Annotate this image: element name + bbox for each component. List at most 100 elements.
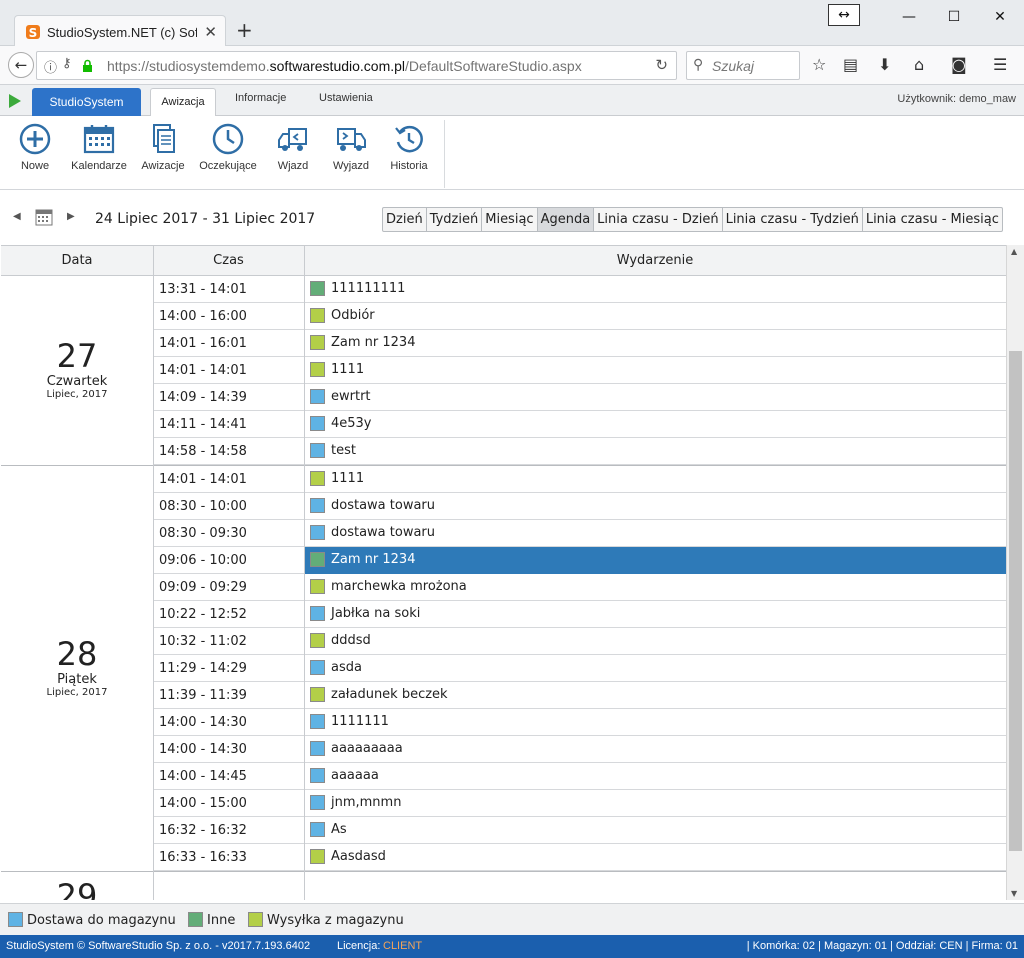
event-title[interactable]: 1111111	[331, 714, 389, 729]
table-row[interactable]: 14:00 - 14:30 aaaaaaaaa	[153, 736, 1006, 763]
event-time: 16:33 - 16:33	[159, 850, 247, 865]
minimize-button[interactable]: —	[886, 4, 932, 30]
event-title[interactable]: aaaaaa	[331, 768, 379, 783]
table-row[interactable]: 14:00 - 16:00 Odbiór	[153, 303, 1006, 330]
next-arrow-icon[interactable]: ▶	[67, 211, 75, 222]
event-title[interactable]: 111111111	[331, 281, 405, 296]
reload-icon[interactable]: ↻	[655, 56, 668, 74]
event-title[interactable]: aaaaaaaaa	[331, 741, 403, 756]
browser-tab[interactable]: S StudioSystem.NET (c) Software ✕	[14, 15, 226, 48]
table-row[interactable]: 14:01 - 14:01 1111	[153, 357, 1006, 384]
event-title[interactable]: Zam nr 1234	[331, 335, 415, 350]
menu-hamburger-icon[interactable]: ☰	[993, 55, 1007, 74]
event-title[interactable]: ewrtrt	[331, 389, 371, 404]
event-title[interactable]: dostawa towaru	[331, 498, 435, 513]
info-icon[interactable]: ⓘ	[44, 57, 57, 76]
table-row[interactable]: 09:06 - 10:00 Zam nr 1234	[153, 547, 1006, 574]
event-title[interactable]: Jabłka na soki	[331, 606, 420, 621]
resize-arrows-icon: ↔	[828, 4, 860, 26]
view-button-5[interactable]: Linia czasu - Tydzień	[721, 208, 862, 231]
scroll-down-icon[interactable]: ▼	[1011, 889, 1017, 898]
legend-item: Wysyłka z magazynu	[248, 912, 404, 928]
table-row[interactable]: 14:00 - 14:45 aaaaaa	[153, 763, 1006, 790]
view-button-4[interactable]: Linia czasu - Dzień	[593, 208, 721, 231]
prev-arrow-icon[interactable]: ◀	[13, 211, 21, 222]
view-button-0[interactable]: Dzień	[383, 208, 426, 231]
wjazd-button[interactable]: Wjazd	[270, 122, 316, 172]
reading-list-icon[interactable]: ▤	[843, 55, 858, 74]
historia-button[interactable]: Historia	[386, 122, 432, 172]
maximize-button[interactable]: ☐	[931, 4, 977, 30]
view-button-2[interactable]: Miesiąc	[481, 208, 536, 231]
table-row[interactable]: 14:00 - 14:30 1111111	[153, 709, 1006, 736]
table-row[interactable]: 14:00 - 15:00 jnm,mnmn	[153, 790, 1006, 817]
day-number: 28	[56, 635, 98, 673]
nowe-button[interactable]: Nowe	[12, 122, 58, 172]
view-button-1[interactable]: Tydzień	[425, 208, 482, 231]
search-input[interactable]: ⚲ Szukaj	[686, 51, 800, 80]
event-title[interactable]: 1111	[331, 471, 364, 486]
table-row[interactable]: 16:32 - 16:32 As	[153, 817, 1006, 844]
vertical-scrollbar[interactable]: ▲ ▼	[1006, 245, 1024, 900]
table-row[interactable]: 08:30 - 10:00 dostawa towaru	[153, 493, 1006, 520]
address-bar[interactable]: ⓘ ⚷ https://studiosystemdemo.softwarestu…	[36, 51, 677, 80]
table-row[interactable]: 11:29 - 14:29 asda	[153, 655, 1006, 682]
table-row[interactable]: 10:22 - 12:52 Jabłka na soki	[153, 601, 1006, 628]
event-title[interactable]: Odbiór	[331, 308, 375, 323]
plus-circle-icon	[19, 123, 51, 155]
back-arrow-icon[interactable]: ←	[8, 52, 34, 78]
oczekujace-button[interactable]: Oczekujące	[196, 122, 260, 172]
close-window-button[interactable]: ✕	[977, 4, 1023, 30]
kalendarze-button[interactable]: Kalendarze	[68, 122, 130, 172]
event-title[interactable]: Aasdasd	[331, 849, 386, 864]
tab-informacje[interactable]: Informacje	[235, 92, 286, 104]
table-row[interactable]: 14:01 - 16:01 Zam nr 1234	[153, 330, 1006, 357]
event-title[interactable]: As	[331, 822, 347, 837]
table-row[interactable]: 11:39 - 11:39 załadunek beczek	[153, 682, 1006, 709]
event-time: 09:06 - 10:00	[159, 553, 247, 568]
home-icon[interactable]: ⌂	[914, 55, 924, 74]
tab-awizacja[interactable]: Awizacja	[150, 88, 216, 117]
ribbon-toolbar: Nowe Kalendarze Awizacje Oczekujące Wjaz…	[0, 116, 1024, 190]
event-title[interactable]: jnm,mnmn	[331, 795, 401, 810]
table-row[interactable]: 10:32 - 11:02 dddsd	[153, 628, 1006, 655]
url-text: https://studiosystemdemo.softwarestudio.…	[107, 58, 582, 74]
event-title[interactable]: test	[331, 443, 356, 458]
table-row[interactable]: 16:33 - 16:33 Aasdasd	[153, 844, 1006, 871]
close-tab-icon[interactable]: ✕	[204, 23, 217, 41]
awizacje-button[interactable]: Awizacje	[138, 122, 188, 172]
bookmark-star-icon[interactable]: ☆	[812, 55, 826, 74]
date-picker-icon[interactable]	[35, 208, 53, 226]
table-row[interactable]: 13:31 - 14:01 111111111	[153, 276, 1006, 303]
wyjazd-button[interactable]: Wyjazd	[328, 122, 374, 172]
event-title[interactable]: asda	[331, 660, 362, 675]
event-title[interactable]: 1111	[331, 362, 364, 377]
table-row[interactable]: 14:01 - 14:01 1111	[153, 466, 1006, 493]
event-title[interactable]: dostawa towaru	[331, 525, 435, 540]
table-row[interactable]: 14:58 - 14:58 test	[153, 438, 1006, 465]
event-title[interactable]: marchewka mrożona	[331, 579, 467, 594]
column-header-czas: Czas	[213, 253, 244, 268]
table-row[interactable]: 14:11 - 14:41 4e53y	[153, 411, 1006, 438]
table-row[interactable]: 08:30 - 09:30 dostawa towaru	[153, 520, 1006, 547]
new-tab-icon[interactable]: +	[236, 18, 253, 42]
day-month: Lipiec, 2017	[46, 687, 108, 698]
play-icon[interactable]	[8, 93, 22, 109]
event-title[interactable]: Zam nr 1234	[331, 552, 415, 567]
copyright-text: StudioSystem © SoftwareStudio Sp. z o.o.…	[6, 940, 311, 952]
pocket-icon[interactable]: ◙	[951, 55, 967, 74]
scrollbar-thumb[interactable]	[1009, 351, 1022, 851]
event-title[interactable]: dddsd	[331, 633, 371, 648]
view-button-3[interactable]: Agenda	[536, 208, 594, 231]
scroll-up-icon[interactable]: ▲	[1011, 247, 1017, 256]
view-button-6[interactable]: Linia czasu - Miesiąc	[861, 208, 1002, 231]
history-icon	[395, 125, 423, 153]
event-title[interactable]: załadunek beczek	[331, 687, 448, 702]
table-row[interactable]: 14:09 - 14:39 ewrtrt	[153, 384, 1006, 411]
event-type-swatch	[310, 687, 325, 702]
download-icon[interactable]: ⬇	[878, 55, 891, 74]
table-row[interactable]: 09:09 - 09:29 marchewka mrożona	[153, 574, 1006, 601]
app-brand-tab[interactable]: StudioSystem	[32, 88, 141, 116]
event-title[interactable]: 4e53y	[331, 416, 372, 431]
tab-ustawienia[interactable]: Ustawienia	[319, 92, 373, 104]
